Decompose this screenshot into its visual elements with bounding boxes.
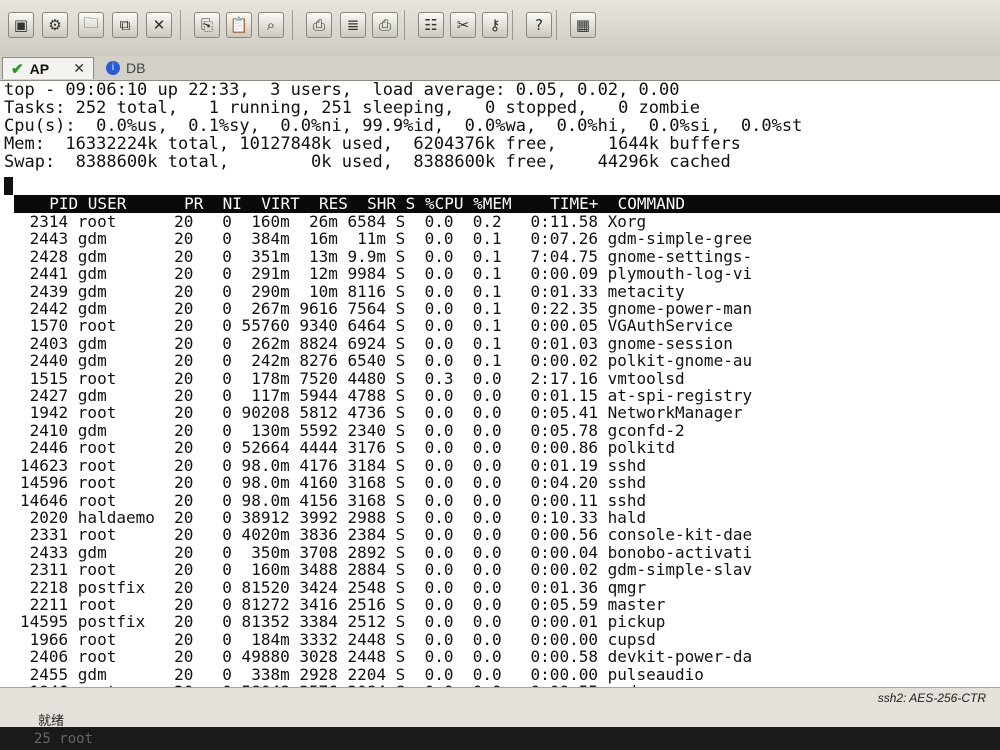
summary-line-mem: Mem: 16332224k total, 10127848k used, 62… [4, 134, 741, 154]
toolbar: ▣ ⚙ 🗀 ⧉ ✕ ⎘ 📋 ⌕ ⎙ ≣ ⎙ ☷ ✂ ⚷? ▦ [0, 0, 1000, 57]
process-row: 14623 root 20 0 98.0m 4176 3184 S 0.0 0.… [20, 455, 647, 475]
key-icon[interactable]: ⚷ [482, 12, 508, 38]
process-row: 2311 root 20 0 160m 3488 2884 S 0.0 0.0 … [20, 560, 753, 580]
process-row: 2211 root 20 0 81272 3416 2516 S 0.0 0.0… [20, 594, 666, 614]
log-icon[interactable]: ≣ [340, 12, 366, 38]
process-row: 2403 gdm 20 0 262m 8824 6924 S 0.0 0.1 0… [20, 333, 733, 353]
process-row: 14595 postfix 20 0 81352 3384 2512 S 0.0… [20, 612, 666, 632]
copy-icon[interactable]: ⎘ [194, 12, 220, 38]
tab-ap-label: AP [29, 60, 50, 77]
connect-icon[interactable]: ⧉ [112, 12, 138, 38]
tools-icon[interactable]: ✂ [450, 12, 476, 38]
summary-line-swap: Swap: 8388600k total, 0k used, 8388600k … [4, 152, 731, 172]
find-icon[interactable]: ⌕ [258, 12, 284, 38]
process-list: 2314 root 20 0 160m 26m 6584 S 0.0 0.2 0… [20, 213, 752, 687]
help-icon[interactable]: ? [526, 12, 552, 38]
tab-ap[interactable]: ✔ AP ✕ [2, 57, 94, 79]
new-session-icon[interactable]: ▣ [8, 12, 34, 38]
folder-icon[interactable]: 🗀 [78, 12, 104, 38]
printer-icon[interactable]: ⎙ [372, 12, 398, 38]
tab-db[interactable]: i DB [98, 57, 168, 79]
process-row: 2443 gdm 20 0 384m 16m 11m S 0.0 0.1 0:0… [20, 229, 753, 249]
process-row: 2442 gdm 20 0 267m 9616 7564 S 0.0 0.1 0… [20, 299, 753, 319]
process-row: 1515 root 20 0 178m 7520 4480 S 0.3 0.0 … [20, 368, 685, 388]
process-row: 1570 root 20 0 55760 9340 6464 S 0.0 0.1… [20, 316, 733, 336]
print-preview-icon[interactable]: ⎙ [306, 12, 332, 38]
process-row: 2455 gdm 20 0 338m 2928 2204 S 0.0 0.0 0… [20, 664, 704, 684]
process-row: 2314 root 20 0 160m 26m 6584 S 0.0 0.2 0… [20, 212, 647, 231]
process-row: 2428 gdm 20 0 351m 13m 9.9m S 0.0 0.1 7:… [20, 246, 753, 266]
process-row: 1966 root 20 0 184m 3332 2448 S 0.0 0.0 … [20, 629, 656, 649]
properties-icon[interactable]: ☷ [418, 12, 444, 38]
toolbar-separator [404, 10, 405, 40]
process-row: 2331 root 20 0 4020m 3836 2384 S 0.0 0.0… [20, 525, 753, 545]
process-row: 1942 root 20 0 90208 5812 4736 S 0.0 0.0… [20, 403, 743, 423]
process-row: 14646 root 20 0 98.0m 4156 3168 S 0.0 0.… [20, 490, 647, 510]
process-row: 2410 gdm 20 0 130m 5592 2340 S 0.0 0.0 0… [20, 420, 685, 440]
disconnect-icon[interactable]: ✕ [146, 12, 172, 38]
process-row: 2440 gdm 20 0 242m 8276 6540 S 0.0 0.1 0… [20, 351, 753, 371]
terminal-app-window: ▣ ⚙ 🗀 ⧉ ✕ ⎘ 📋 ⌕ ⎙ ≣ ⎙ ☷ ✂ ⚷? ▦ ✔ AP ✕ i DB top - 09:06… [0, 0, 1000, 750]
session-manager-icon[interactable]: ⚙ [42, 12, 68, 38]
terminal-screen[interactable]: top - 09:06:10 up 22:33, 3 users, load a… [0, 81, 1000, 687]
toolbar-separator [180, 10, 181, 40]
encryption-status: ssh2: AES-256-CTR [877, 691, 986, 705]
process-row: 2446 root 20 0 52664 4444 3176 S 0.0 0.0… [20, 438, 676, 458]
info-icon: i [106, 61, 120, 75]
toolbar-separator [292, 10, 293, 40]
toolbar-separator [512, 10, 513, 40]
session-tabs: ✔ AP ✕ i DB [0, 56, 1000, 81]
terminal-cursor [4, 177, 13, 195]
background-window: 25 root [0, 727, 1000, 750]
tab-db-label: DB [126, 60, 146, 76]
summary-line-tasks: Tasks: 252 total, 1 running, 251 sleepin… [4, 98, 700, 118]
summary-line-uptime: top - 09:06:10 up 22:33, 3 users, load a… [4, 81, 680, 100]
process-row: 2441 gdm 20 0 291m 12m 9984 S 0.0 0.1 0:… [20, 264, 753, 284]
summary-line-cpu: Cpu(s): 0.0%us, 0.1%sy, 0.0%ni, 99.9%id,… [4, 116, 803, 136]
process-row: 2020 haldaemo 20 0 38912 3992 2988 S 0.0… [20, 507, 647, 527]
status-bar: 就绪 ssh2: AES-256-CTR [0, 687, 1000, 728]
app-icon[interactable]: ▦ [570, 12, 596, 38]
process-row: 2439 gdm 20 0 290m 10m 8116 S 0.0 0.1 0:… [20, 281, 685, 301]
toolbar-separator [556, 10, 557, 40]
connected-check-icon: ✔ [11, 60, 24, 78]
process-table-header: PID USER PR NI VIRT RES SHR S %CPU %MEM … [30, 194, 686, 213]
close-tab-icon[interactable]: ✕ [73, 60, 85, 77]
paste-icon[interactable]: 📋 [226, 12, 252, 38]
process-row: 2433 gdm 20 0 350m 3708 2892 S 0.0 0.0 0… [20, 542, 753, 562]
process-row: 2427 gdm 20 0 117m 5944 4788 S 0.0 0.0 0… [20, 386, 753, 406]
process-row: 2218 postfix 20 0 81520 3424 2548 S 0.0 … [20, 577, 647, 597]
process-row: 2406 root 20 0 49880 3028 2448 S 0.0 0.0… [20, 647, 753, 667]
background-text: 25 root [34, 731, 94, 747]
process-row: 14596 root 20 0 98.0m 4160 3168 S 0.0 0.… [20, 473, 647, 493]
